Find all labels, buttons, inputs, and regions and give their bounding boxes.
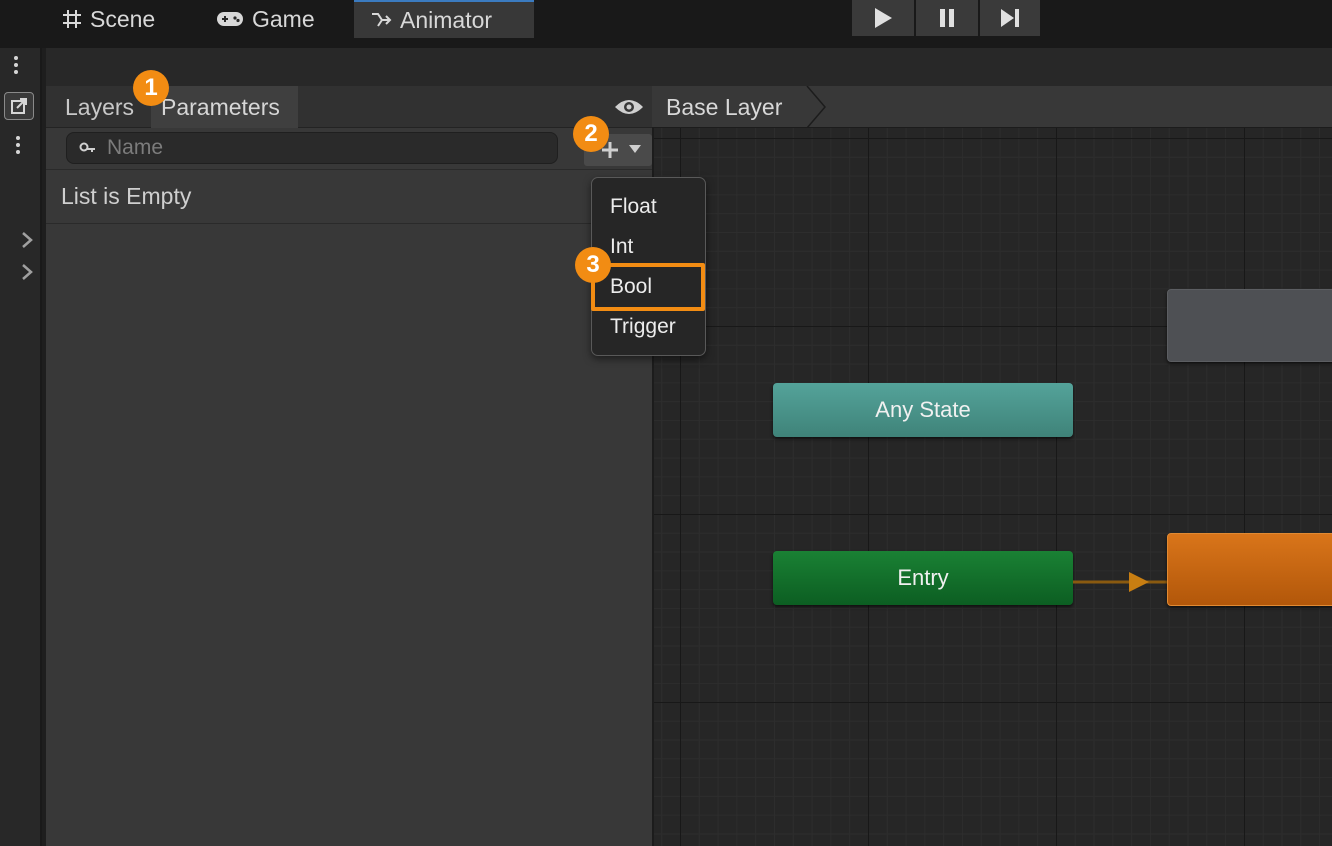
pause-icon <box>940 9 954 27</box>
search-icon <box>79 142 95 152</box>
tab-label: Scene <box>90 5 156 32</box>
tab-game[interactable]: Game <box>200 0 350 38</box>
dropdown-arrow-icon <box>629 145 641 153</box>
play-icon <box>875 8 892 28</box>
maximize-window-button[interactable] <box>4 92 34 120</box>
step-badge-1: 1 <box>133 70 169 106</box>
menu-item-int[interactable]: Int <box>610 232 633 262</box>
entry-label: Entry <box>897 565 949 590</box>
state-node[interactable] <box>1167 289 1332 362</box>
chevron-right-icon[interactable] <box>20 230 34 255</box>
any-state-label: Any State <box>875 397 971 422</box>
gamepad-icon <box>217 12 243 26</box>
menu-item-float[interactable]: Float <box>610 192 657 222</box>
tab-animator[interactable]: Animator <box>354 0 534 38</box>
tab-label: Animator <box>400 6 493 33</box>
tab-parameters-label: Parameters <box>161 93 280 120</box>
animator-icon <box>372 13 392 27</box>
breadcrumb-base-layer: Base Layer <box>666 93 783 120</box>
more-options-icon[interactable] <box>13 56 19 74</box>
chevron-right-icon[interactable] <box>20 262 34 287</box>
step-badge-2: 2 <box>573 116 609 152</box>
window-tab-bar <box>46 48 1332 86</box>
external-window-icon <box>11 98 27 114</box>
grid-icon <box>63 10 81 28</box>
tab-label: Game <box>252 5 315 32</box>
tab-parameters[interactable]: Parameters <box>151 86 298 128</box>
step-icon <box>1001 9 1019 27</box>
search-placeholder: Name <box>107 136 164 159</box>
tab-scene[interactable]: Scene <box>46 0 206 38</box>
transition-arrow[interactable] <box>1073 570 1169 594</box>
menu-item-trigger[interactable]: Trigger <box>610 312 676 342</box>
play-button[interactable] <box>852 0 914 36</box>
step-button[interactable] <box>980 0 1040 36</box>
panel-options-icon[interactable] <box>15 136 21 154</box>
any-state-node[interactable]: Any State <box>773 383 1073 437</box>
pause-button[interactable] <box>916 0 978 36</box>
step-badge-3: 3 <box>575 247 611 283</box>
tab-layers-label: Layers <box>65 93 135 120</box>
breadcrumb-chevron-icon <box>806 86 826 128</box>
left-side-strip <box>0 48 42 846</box>
animator-graph[interactable] <box>652 86 1332 846</box>
eye-icon[interactable] <box>613 96 645 123</box>
empty-list-message: List is Empty <box>46 170 652 224</box>
entry-node[interactable]: Entry <box>773 551 1073 605</box>
parameter-search-input[interactable]: Name <box>66 132 558 164</box>
breadcrumb[interactable]: Base Layer <box>652 86 782 128</box>
default-state-node[interactable] <box>1167 533 1332 606</box>
